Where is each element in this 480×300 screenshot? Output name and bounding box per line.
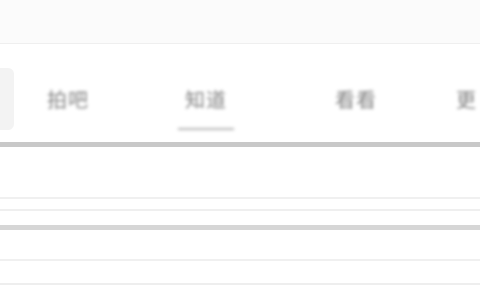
app-screen: 拍吧 知道 看看 更 bbox=[0, 0, 480, 300]
tab-1[interactable]: 拍吧 bbox=[26, 60, 110, 136]
content-area bbox=[0, 147, 480, 300]
tab-1-label: 拍吧 bbox=[47, 87, 89, 112]
tab-4-label: 更 bbox=[456, 87, 477, 112]
tab-3[interactable]: 看看 bbox=[306, 60, 406, 136]
content-rule bbox=[0, 197, 480, 199]
tab-2[interactable]: 知道 bbox=[160, 60, 252, 136]
previous-tab-edge[interactable] bbox=[0, 68, 14, 130]
tab-strip: 拍吧 知道 看看 更 bbox=[0, 60, 480, 136]
content-rule bbox=[0, 259, 480, 261]
content-rule bbox=[0, 209, 480, 211]
top-bar bbox=[0, 0, 480, 44]
tab-4[interactable]: 更 bbox=[456, 60, 480, 136]
tab-3-label: 看看 bbox=[335, 87, 377, 112]
section-divider bbox=[0, 225, 480, 230]
content-rule bbox=[0, 283, 480, 285]
tab-2-label: 知道 bbox=[185, 87, 227, 112]
